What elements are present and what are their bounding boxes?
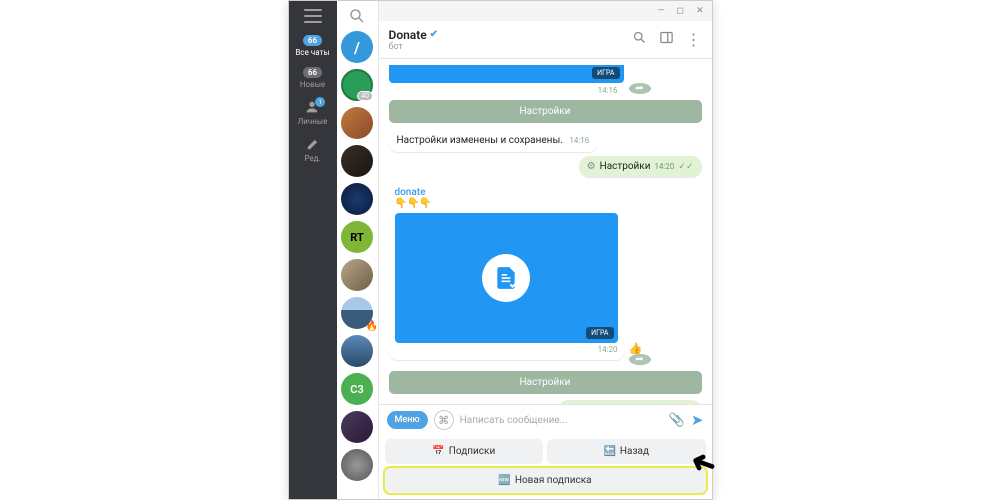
- app-window: 66 Все чаты 66 Новые 1 Личные Ред. / 40 …: [288, 0, 713, 500]
- chat-subtitle: бот: [389, 42, 439, 52]
- message-time: 14:16: [598, 86, 618, 95]
- back-icon: 🔙: [603, 446, 615, 457]
- window-close[interactable]: ✕: [696, 6, 704, 16]
- message-input[interactable]: [460, 415, 663, 426]
- nav-label: Ред.: [304, 154, 320, 163]
- hamburger-menu[interactable]: [304, 9, 322, 23]
- badge-new: 66: [303, 67, 322, 78]
- menu-button[interactable]: Меню: [387, 411, 428, 429]
- kb-label: Назад: [620, 446, 649, 457]
- reply-keyboard: 📅 Подписки 🔙 Назад 🆕 Новая подписка: [379, 435, 712, 499]
- chat-avatar-11[interactable]: [341, 411, 373, 443]
- gear-icon: ⚙: [587, 161, 596, 172]
- card-image[interactable]: ИГРА: [395, 213, 618, 343]
- chat-avatar-2[interactable]: 40: [341, 69, 373, 101]
- read-checks-icon: ✓✓: [678, 162, 693, 172]
- new-icon: 🆕: [498, 475, 510, 486]
- nav-label: Личные: [298, 117, 328, 126]
- nav-label: Новые: [300, 80, 325, 89]
- kb-new-subscription[interactable]: 🆕 Новая подписка: [385, 468, 706, 493]
- chat-title-text: Donate: [389, 28, 427, 42]
- commands-icon[interactable]: ⌘: [434, 410, 454, 430]
- verified-icon: ✔: [430, 29, 438, 40]
- fire-icon: 🔥: [366, 321, 378, 332]
- badge-all-chats: 66: [303, 35, 322, 46]
- chat-title: Donate✔: [389, 28, 439, 42]
- chat-avatar-bot[interactable]: /: [341, 31, 373, 63]
- chat-messages: ИГРА 14:16 ➦ Настройки Настройки изменен…: [379, 59, 712, 404]
- message-text: Настройки: [600, 161, 651, 172]
- nav-new[interactable]: 66 Новые: [300, 67, 325, 89]
- header-actions: ⋮: [632, 30, 702, 49]
- message-text: Настройки изменены и сохранены.: [397, 135, 563, 146]
- nav-personal[interactable]: 1 Личные: [298, 99, 328, 126]
- inline-kb-settings[interactable]: Настройки: [389, 371, 702, 394]
- chat-avatar-3[interactable]: [341, 107, 373, 139]
- panel-icon[interactable]: [659, 30, 674, 45]
- chat-badge: 40: [357, 91, 373, 101]
- game-tag: ИГРА: [592, 67, 619, 79]
- chat-avatar-7[interactable]: [341, 259, 373, 291]
- message-time: 14:16: [569, 136, 589, 145]
- card-emoji: 👇👇👇: [395, 198, 618, 209]
- search-icon[interactable]: [348, 7, 366, 25]
- calendar-icon: 📅: [432, 446, 444, 457]
- inline-kb-settings[interactable]: Настройки: [389, 100, 702, 123]
- message-composer: Меню ⌘ 📎 ➤: [379, 404, 712, 435]
- message-time: 14:20: [654, 162, 674, 171]
- message-card-partial[interactable]: ИГРА 14:16: [389, 65, 624, 99]
- chat-avatar-12[interactable]: [341, 449, 373, 481]
- window-maximize[interactable]: ◻: [676, 6, 683, 16]
- attach-icon[interactable]: 📎: [669, 413, 685, 428]
- message-in[interactable]: Настройки изменены и сохранены. 14:16: [389, 129, 598, 152]
- message-time: 14:20: [598, 345, 618, 354]
- game-tag: ИГРА: [586, 327, 613, 339]
- chat-avatar-c3[interactable]: C3: [341, 373, 373, 405]
- share-button[interactable]: ➦: [629, 83, 651, 94]
- folders-sidebar: 66 Все чаты 66 Новые 1 Личные Ред.: [289, 1, 337, 499]
- nav-all-chats[interactable]: 66 Все чаты: [295, 35, 329, 57]
- nav-dot: 1: [315, 97, 325, 107]
- send-button[interactable]: ➤: [691, 411, 704, 429]
- window-minimize[interactable]: —: [657, 6, 664, 16]
- chat-header[interactable]: Donate✔ бот ⋮: [379, 21, 712, 59]
- document-icon: [482, 254, 530, 302]
- message-out[interactable]: ⚙ Настройки 14:20 ✓✓: [579, 156, 702, 177]
- kb-label: Новая подписка: [515, 475, 592, 486]
- chat-main: — ◻ ✕ Donate✔ бот ⋮ ИГРА 14:16 ➦ Настрой…: [379, 1, 712, 499]
- kb-back[interactable]: 🔙 Назад: [547, 439, 706, 464]
- nav-edit[interactable]: Ред.: [303, 136, 323, 163]
- share-button[interactable]: ➦: [629, 354, 651, 365]
- message-card[interactable]: donate 👇👇👇 ИГРА 14:20: [389, 181, 624, 360]
- chat-list: / 40 RT 🔥 C3: [337, 1, 379, 499]
- chat-avatar-8[interactable]: 🔥: [341, 297, 373, 329]
- nav-label: Все чаты: [295, 48, 329, 57]
- chat-avatar-9[interactable]: [341, 335, 373, 367]
- chat-avatar-4[interactable]: [341, 145, 373, 177]
- more-icon[interactable]: ⋮: [686, 30, 702, 49]
- chat-avatar-5[interactable]: [341, 183, 373, 215]
- search-icon[interactable]: [632, 30, 647, 45]
- card-link[interactable]: donate: [395, 187, 618, 198]
- pencil-icon: [303, 136, 323, 152]
- chat-avatar-rt[interactable]: RT: [341, 221, 373, 253]
- window-titlebar: — ◻ ✕: [379, 1, 712, 21]
- kb-subscriptions[interactable]: 📅 Подписки: [385, 439, 544, 464]
- kb-label: Подписки: [449, 446, 495, 457]
